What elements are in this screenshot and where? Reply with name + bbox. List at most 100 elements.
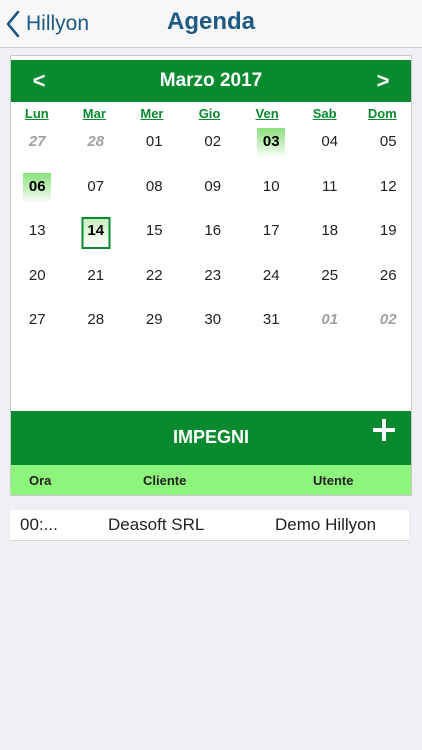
day-number: 30 [204,311,222,328]
column-cliente: Cliente [143,473,187,488]
calendar-day[interactable]: 17 [242,219,301,264]
day-number: 17 [262,222,280,239]
calendar-day[interactable]: 22 [125,264,184,309]
day-number: 05 [379,133,397,150]
day-number: 10 [262,177,280,195]
day-number: 28 [87,133,105,150]
calendar-day-with-event[interactable]: 03 [242,128,301,175]
day-number: 22 [145,266,163,284]
calendar-day[interactable]: 16 [184,219,243,264]
calendar-day[interactable]: 23 [184,264,243,309]
calendar-day[interactable]: 12 [359,175,411,220]
calendar-day[interactable]: 31 [242,308,301,353]
calendar-day-selected[interactable]: 14 [67,217,126,264]
calendar-day-other-month[interactable]: 02 [359,308,411,353]
day-number: 14 [87,222,105,239]
day-number: 02 [204,133,222,150]
calendar-week-row: 27 28 01 02 03 04 05 [11,128,411,175]
weekday-fri: Ven [255,106,279,121]
weekday-tue: Mar [82,106,106,121]
weekday-sat: Sab [312,106,337,121]
calendar-day[interactable]: 05 [359,130,411,175]
appointment-client: Deasoft SRL [108,515,205,534]
day-number: 27 [28,311,46,328]
day-number: 07 [87,177,105,195]
calendar-day-other-month[interactable]: 27 [11,130,67,175]
calendar-day[interactable]: 30 [184,308,243,353]
calendar-day[interactable]: 21 [67,264,126,309]
calendar-day-with-event[interactable]: 06 [11,172,67,220]
day-number: 18 [321,222,339,239]
calendar-day[interactable]: 02 [184,130,243,175]
calendar-day[interactable]: 27 [11,308,67,353]
calendar-day[interactable]: 13 [11,219,67,264]
column-ora: Ora [29,473,52,488]
calendar-day-other-month[interactable]: 28 [67,130,126,175]
day-number: 26 [379,266,397,284]
calendar-grid: 27 28 01 02 03 04 05 06 07 08 09 10 11 12 13 14 15 16 17 18… [11,128,411,353]
day-number: 29 [145,311,163,328]
calendar-day[interactable]: 04 [301,130,360,175]
calendar-day[interactable]: 19 [359,219,411,264]
calendar-week-row: 20 21 22 23 24 25 26 [11,264,411,309]
day-number: 19 [379,222,397,239]
day-number: 15 [145,222,163,239]
day-number: 21 [87,266,105,284]
calendar-week-row: 06 07 08 09 10 11 12 [11,172,411,220]
day-number: 31 [262,311,280,328]
day-number: 24 [262,266,280,284]
day-number: 02 [379,311,397,328]
day-number: 20 [28,266,46,284]
day-number: 04 [321,133,339,150]
navigation-bar: Hillyon Agenda [0,0,422,48]
weekday-header: Lun Mar Mer Gio Ven Sab Dom [11,106,411,124]
add-appointment-button[interactable] [373,419,395,441]
day-number: 27 [28,133,46,150]
calendar-card: < Marzo 2017 > Lun Mar Mer Gio Ven Sab D… [10,55,412,496]
next-month-button[interactable]: > [363,60,403,102]
calendar-day[interactable]: 09 [184,175,243,220]
calendar-week-row: 13 14 15 16 17 18 19 [11,217,411,264]
page-title: Agenda [166,8,255,35]
appointment-user: Demo Hillyon [275,515,377,534]
calendar-day[interactable]: 15 [125,219,184,264]
calendar-day[interactable]: 28 [67,308,126,353]
calendar-header: < Marzo 2017 > [11,60,411,102]
day-number: 09 [204,177,222,195]
calendar-day[interactable]: 11 [301,175,360,220]
day-number: 28 [87,311,105,328]
day-number: 08 [145,177,163,195]
impegni-column-header: Ora Cliente Utente [11,465,411,495]
weekday-thu: Gio [198,106,221,121]
month-label: Marzo 2017 [159,70,263,91]
appointment-row[interactable]: 00:... Deasoft SRL Demo Hillyon [10,510,409,541]
calendar-day[interactable]: 07 [67,175,126,220]
day-number: 06 [28,177,46,195]
day-number: 16 [204,222,222,239]
calendar-day[interactable]: 25 [301,264,360,309]
day-number: 25 [321,266,339,284]
calendar-day[interactable]: 26 [359,264,411,309]
weekday-mon: Lun [24,106,49,121]
weekday-sun: Dom [367,106,397,121]
calendar-day[interactable]: 20 [11,264,67,309]
day-number: 13 [28,222,46,239]
calendar-day[interactable]: 01 [125,130,184,175]
appointment-time: 00:... [20,515,58,534]
calendar-day[interactable]: 29 [125,308,184,353]
calendar-week-row: 27 28 29 30 31 01 02 [11,308,411,353]
day-number: 11 [321,177,338,195]
calendar-day-other-month[interactable]: 01 [301,308,360,353]
calendar-day[interactable]: 18 [301,219,360,264]
calendar-day[interactable]: 10 [242,175,301,220]
calendar-day[interactable]: 24 [242,264,301,309]
day-number: 12 [379,177,397,195]
day-number: 23 [204,266,222,284]
column-utente: Utente [313,473,354,488]
day-number: 01 [145,133,163,150]
weekday-wed: Mer [140,106,164,121]
day-number: 01 [321,311,339,328]
day-number: 03 [262,133,280,150]
impegni-title: IMPEGNI [172,427,249,447]
calendar-day[interactable]: 08 [125,175,184,220]
